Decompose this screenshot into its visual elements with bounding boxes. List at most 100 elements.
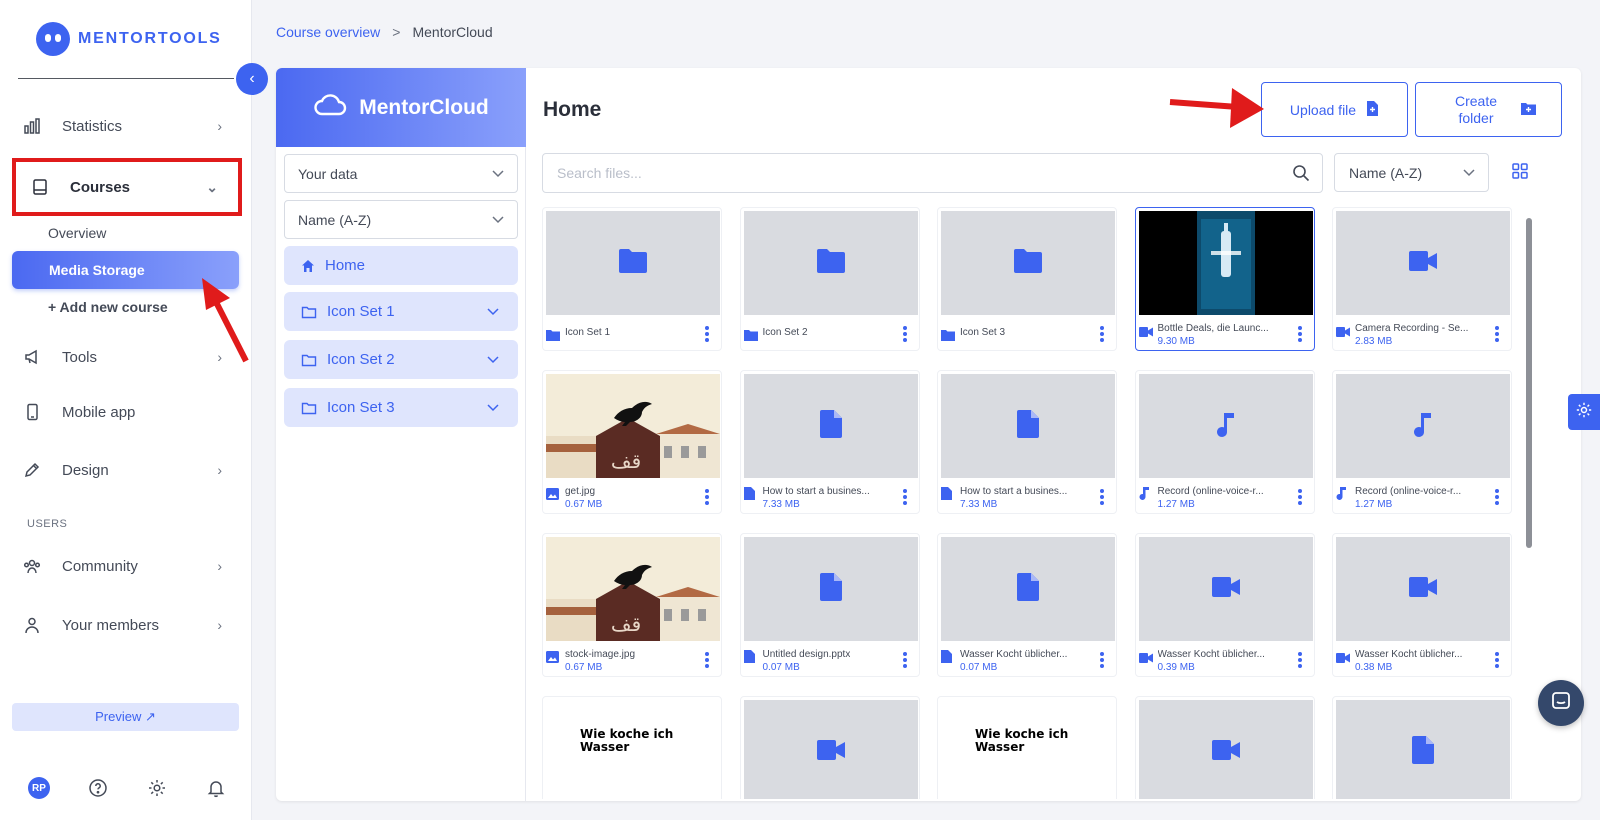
file-thumbnail[interactable]: Wie koche ich Wasser: [546, 700, 720, 799]
file-thumbnail[interactable]: [941, 211, 1115, 315]
more-options-icon[interactable]: [1100, 326, 1104, 342]
upload-file-button[interactable]: Upload file: [1261, 82, 1408, 137]
brand-logo[interactable]: MENTORTOOLS: [36, 22, 222, 56]
file-card[interactable]: Icon Set 3: [937, 207, 1117, 351]
book-icon: [30, 177, 50, 197]
more-options-icon[interactable]: [705, 652, 709, 668]
file-thumbnail[interactable]: [1138, 537, 1313, 641]
file-card[interactable]: How to start a busines... 7.33 MB: [937, 370, 1117, 514]
file-text: Bottle Deals, die Launc... 9.30 MB: [1158, 323, 1269, 347]
file-card[interactable]: Wie koche ich Wasser: [937, 696, 1117, 799]
folder-sort-select[interactable]: Name (A-Z): [284, 200, 518, 239]
file-thumbnail[interactable]: [941, 537, 1115, 641]
file-card[interactable]: Record (online-voice-r... 1.27 MB: [1134, 370, 1315, 514]
sidebar-item-tools[interactable]: Tools ›: [22, 337, 234, 377]
more-options-icon[interactable]: [1297, 326, 1302, 342]
doc-icon: [819, 572, 842, 606]
file-thumbnail[interactable]: [1138, 700, 1313, 799]
file-thumbnail[interactable]: [1138, 211, 1313, 315]
file-card[interactable]: Wasser Kocht üblicher... 0.07 MB: [937, 533, 1117, 677]
more-options-icon[interactable]: [1100, 489, 1104, 505]
scrollbar[interactable]: [1526, 210, 1532, 800]
file-card[interactable]: [1134, 696, 1315, 799]
sidebar-subitem-media-storage[interactable]: Media Storage: [12, 251, 239, 289]
gear-icon[interactable]: [146, 777, 168, 799]
file-card[interactable]: قف stock-image.jpg 0.67 MB: [542, 533, 722, 677]
file-meta: How to start a busines... 7.33 MB: [743, 486, 894, 510]
file-thumbnail[interactable]: [1138, 374, 1313, 478]
file-card[interactable]: How to start a busines... 7.33 MB: [739, 370, 920, 514]
file-thumbnail[interactable]: [941, 374, 1115, 478]
file-thumbnail[interactable]: [1336, 374, 1510, 478]
sidebar-item-community[interactable]: Community ›: [22, 546, 234, 586]
more-options-icon[interactable]: [902, 489, 907, 505]
scrollbar-thumb[interactable]: [1526, 218, 1532, 548]
sidebar-subitem-overview[interactable]: Overview: [48, 225, 106, 241]
file-thumbnail[interactable]: [743, 374, 918, 478]
create-folder-button[interactable]: Create folder: [1415, 82, 1562, 137]
file-thumbnail[interactable]: [743, 211, 918, 315]
video-type-icon: [1336, 650, 1350, 664]
more-options-icon[interactable]: [1495, 652, 1499, 668]
sidebar-item-your-members[interactable]: Your members ›: [22, 605, 234, 645]
more-options-icon[interactable]: [902, 326, 907, 342]
file-card[interactable]: Bottle Deals, die Launc... 9.30 MB: [1134, 207, 1315, 351]
folder-tree-icon-set-1[interactable]: Icon Set 1: [284, 292, 518, 331]
more-options-icon[interactable]: [1297, 489, 1302, 505]
more-options-icon[interactable]: [705, 326, 709, 342]
more-options-icon[interactable]: [1495, 489, 1499, 505]
more-options-icon[interactable]: [1297, 652, 1302, 668]
folder-tree-icon-set-3[interactable]: Icon Set 3: [284, 388, 518, 427]
folder-outline-icon: [301, 353, 317, 367]
sidebar-item-courses[interactable]: Courses ⌄: [12, 158, 242, 216]
file-card[interactable]: Wasser Kocht üblicher... 0.38 MB: [1332, 533, 1512, 677]
data-filter-select[interactable]: Your data: [284, 154, 518, 193]
more-options-icon[interactable]: [902, 652, 907, 668]
folder-tree-icon-set-2[interactable]: Icon Set 2: [284, 340, 518, 379]
file-card[interactable]: Camera Recording - Se... 2.83 MB: [1332, 207, 1512, 351]
file-meta: Wasser Kocht üblicher... 0.38 MB: [1336, 649, 1486, 673]
file-card[interactable]: Wasser Kocht üblicher... 0.39 MB: [1134, 533, 1315, 677]
file-thumbnail[interactable]: [1336, 537, 1510, 641]
sidebar-item-mobile-app[interactable]: Mobile app: [22, 392, 234, 432]
file-card[interactable]: Untitled design.pptx 0.07 MB: [739, 533, 920, 677]
more-options-icon[interactable]: [705, 489, 709, 505]
file-card[interactable]: قف get.jpg 0.67 MB: [542, 370, 722, 514]
more-options-icon[interactable]: [1495, 326, 1499, 342]
file-thumbnail[interactable]: [546, 211, 720, 315]
file-thumbnail[interactable]: [743, 700, 918, 799]
add-new-course-link[interactable]: + Add new course: [48, 299, 168, 315]
file-card[interactable]: [739, 696, 920, 799]
file-thumbnail[interactable]: قف: [546, 374, 720, 478]
preview-button[interactable]: Preview ↗: [12, 703, 239, 731]
sidebar-item-statistics[interactable]: Statistics ›: [22, 106, 234, 146]
bell-icon[interactable]: [205, 777, 227, 799]
search-icon[interactable]: [1292, 164, 1310, 187]
sidebar-item-design[interactable]: Design ›: [22, 450, 234, 490]
grid-view-icon[interactable]: [1511, 162, 1529, 185]
file-card[interactable]: [1332, 696, 1512, 799]
file-thumbnail[interactable]: [1336, 211, 1510, 315]
file-thumbnail[interactable]: Wie koche ich Wasser: [941, 700, 1115, 799]
file-browser: Home Upload file Create folder Name (A-Z…: [526, 68, 1581, 801]
more-options-icon[interactable]: [1100, 652, 1104, 668]
search-input[interactable]: [543, 154, 1263, 192]
folder-tree-home[interactable]: Home: [284, 246, 518, 285]
file-card[interactable]: Icon Set 1: [542, 207, 722, 351]
file-card[interactable]: Icon Set 2: [739, 207, 920, 351]
file-card[interactable]: Record (online-voice-r... 1.27 MB: [1332, 370, 1512, 514]
collapse-sidebar-button[interactable]: ‹: [236, 63, 268, 95]
file-card[interactable]: Wie koche ich Wasser: [542, 696, 722, 799]
avatar[interactable]: RP: [28, 777, 50, 799]
settings-tab[interactable]: [1568, 394, 1600, 430]
file-sort-select[interactable]: Name (A-Z): [1334, 153, 1489, 192]
file-name: Camera Recording - Se...: [1355, 323, 1469, 334]
file-thumbnail[interactable]: قف: [546, 537, 720, 641]
breadcrumb-link-course-overview[interactable]: Course overview: [276, 24, 380, 40]
file-thumbnail[interactable]: [743, 537, 918, 641]
chat-launcher-button[interactable]: [1538, 680, 1584, 726]
file-thumbnail[interactable]: [1336, 700, 1510, 799]
help-icon[interactable]: [87, 777, 109, 799]
audio-type-icon: [1139, 487, 1153, 501]
chevron-down-icon: [1462, 165, 1476, 182]
